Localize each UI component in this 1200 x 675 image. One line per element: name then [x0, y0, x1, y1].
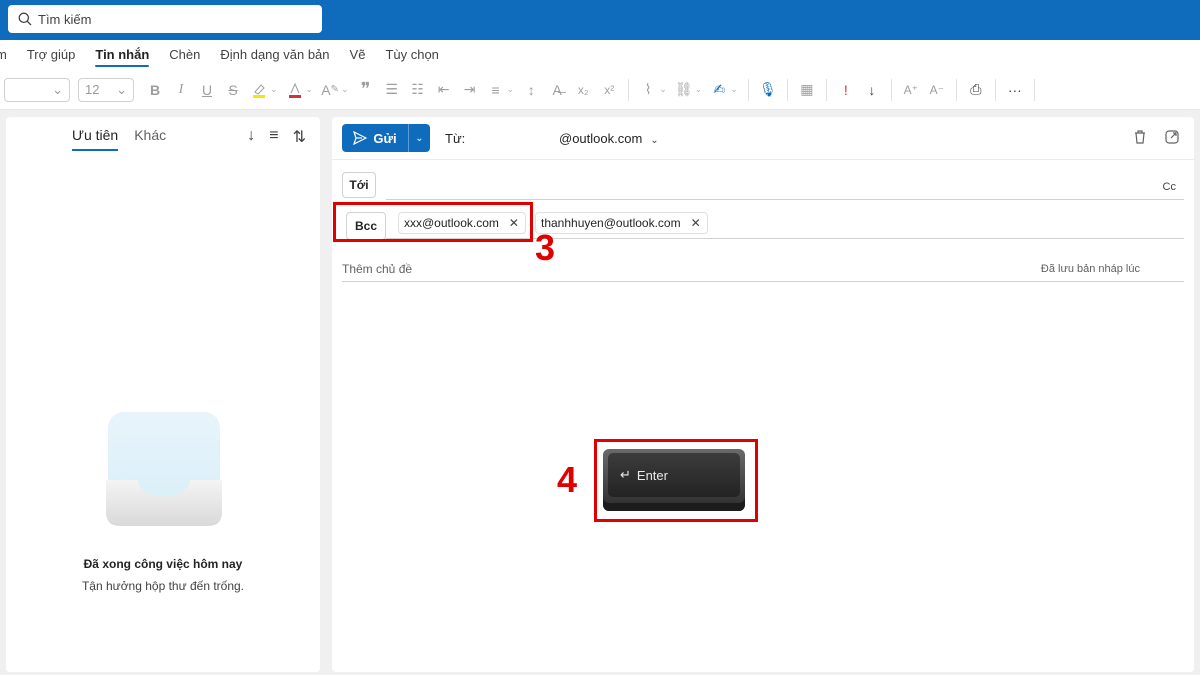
clear-format-icon[interactable]: A̶: [546, 78, 568, 102]
chevron-down-icon[interactable]: ⌄: [270, 84, 278, 95]
divider: [342, 281, 1184, 282]
italic-button[interactable]: I: [170, 78, 192, 102]
divider: [628, 78, 630, 101]
chevron-down-icon[interactable]: ⌄: [341, 84, 349, 95]
divider: [890, 78, 892, 101]
enter-key-illustration: ↵ Enter: [603, 449, 745, 511]
empty-inbox-illustration: [106, 412, 222, 526]
numbering-icon[interactable]: ☷: [407, 78, 429, 102]
divider: [955, 78, 957, 101]
from-selector[interactable]: @outlook.com ⌄: [559, 131, 659, 146]
to-field[interactable]: [386, 199, 1184, 200]
formatting-toolbar: ⌄ 12 ⌄ B I U S ⌄ ⌄ A ✎ ⌄ ❞ ☰ ☷ ⇤ ⇥ ≡ ⌄ ↕ A̶ …: [0, 70, 1200, 110]
inbox-tabs: Ưu tiên Khác: [72, 127, 182, 151]
tab-insert[interactable]: Chèn: [159, 40, 210, 70]
low-importance-icon[interactable]: ↓: [861, 78, 883, 102]
superscript-icon[interactable]: x²: [598, 78, 620, 102]
enter-key-face: ↵ Enter: [608, 453, 740, 497]
enter-arrow-icon: ↵: [620, 467, 631, 482]
strikethrough-button[interactable]: S: [222, 78, 244, 102]
chevron-down-icon[interactable]: ⌄: [730, 84, 738, 95]
line-spacing-icon[interactable]: ↕: [520, 78, 542, 102]
recipient-chip[interactable]: thanhhuyen@outlook.com ✕: [535, 212, 708, 234]
underline-button[interactable]: U: [196, 78, 218, 102]
tab-partial[interactable]: m: [0, 40, 17, 70]
highlight-icon[interactable]: [248, 78, 270, 102]
divider: [332, 159, 1194, 160]
decrease-indent-icon[interactable]: ⇤: [433, 78, 455, 102]
search-box[interactable]: Tìm kiếm: [8, 5, 322, 33]
send-button[interactable]: Gửi: [342, 124, 408, 152]
sort-icon[interactable]: ⇅: [293, 127, 306, 147]
divider: [747, 78, 749, 101]
list-actions: ↓ ≡ ⇅: [247, 127, 306, 147]
divider: [1033, 78, 1035, 101]
empty-state-title: Đã xong công việc hôm nay: [83, 557, 243, 571]
chevron-down-icon[interactable]: ⌄: [695, 84, 703, 95]
from-label: Từ:: [445, 131, 466, 146]
tab-draw[interactable]: Vẽ: [340, 40, 376, 70]
signature-icon[interactable]: ✍: [708, 78, 730, 102]
filter-icon[interactable]: ≡: [269, 127, 278, 147]
grow-font-icon[interactable]: A⁺: [900, 78, 922, 102]
chevron-down-icon: ⌄: [116, 81, 127, 97]
bullets-icon[interactable]: ☰: [381, 78, 403, 102]
compose-panel: Gửi ⌄ Từ: @outlook.com ⌄ Tới Cc Bcc xxx@o…: [332, 117, 1194, 672]
subject-input[interactable]: Thêm chủ đề: [342, 262, 412, 276]
send-options-dropdown[interactable]: ⌄: [408, 124, 430, 152]
divider: [786, 78, 788, 101]
search-icon: [18, 12, 32, 26]
chevron-down-icon: ⌄: [415, 132, 424, 144]
quote-icon[interactable]: ❞: [355, 78, 377, 102]
dictate-icon[interactable]: 🎙: [757, 78, 779, 102]
tab-options[interactable]: Tùy chọn: [375, 40, 448, 70]
annotation-box-step-3: [333, 202, 533, 242]
chevron-down-icon: ⌄: [650, 135, 659, 146]
cc-link[interactable]: Cc: [1163, 181, 1176, 193]
to-button[interactable]: Tới: [342, 172, 376, 198]
send-split-button: Gửi ⌄: [342, 124, 430, 152]
subscript-icon[interactable]: x₂: [572, 78, 594, 102]
jump-to-icon[interactable]: ↓: [247, 127, 255, 147]
bold-button[interactable]: B: [144, 78, 166, 102]
font-color-icon[interactable]: [284, 78, 306, 102]
chevron-down-icon[interactable]: ⌄: [659, 84, 667, 95]
tab-focused[interactable]: Ưu tiên: [72, 127, 119, 151]
annotation-step-3: 3: [535, 227, 556, 268]
annotation-step-4: 4: [557, 459, 578, 500]
chevron-down-icon: ⌄: [52, 81, 63, 97]
font-size-select[interactable]: 12 ⌄: [78, 77, 134, 102]
shrink-font-icon[interactable]: A⁻: [926, 78, 948, 102]
message-list-panel: Ưu tiên Khác ↓ ≡ ⇅ Đã xong công việc hôm…: [6, 117, 320, 672]
compose-actions: [1132, 129, 1180, 145]
divider: [825, 78, 827, 101]
tab-other[interactable]: Khác: [134, 127, 166, 151]
high-importance-icon[interactable]: !: [835, 78, 857, 102]
discard-icon[interactable]: [1132, 129, 1148, 145]
font-family-select[interactable]: ⌄: [4, 77, 70, 102]
draft-status: Đã lưu bản nháp lúc: [1040, 263, 1140, 275]
more-options-icon[interactable]: ···: [1004, 78, 1026, 102]
chevron-down-icon[interactable]: ⌄: [306, 84, 314, 95]
ribbon-tabs: m Trợ giúp Tin nhắn Chèn Định dạng văn b…: [0, 40, 1200, 70]
search-placeholder: Tìm kiếm: [38, 11, 92, 27]
attach-icon[interactable]: ⌇: [637, 78, 659, 102]
chevron-down-icon[interactable]: ⌄: [507, 84, 515, 95]
tab-message[interactable]: Tin nhắn: [85, 40, 159, 70]
top-bar: Tìm kiếm: [0, 0, 1200, 40]
apps-icon[interactable]: ▦: [796, 78, 818, 102]
styles-icon[interactable]: A ✎: [319, 78, 341, 102]
empty-state-subtitle: Tận hưởng hộp thư đến trống.: [81, 579, 245, 593]
close-icon[interactable]: ✕: [691, 216, 701, 230]
tab-help[interactable]: Trợ giúp: [17, 40, 86, 70]
divider: [994, 78, 996, 101]
increase-indent-icon[interactable]: ⇥: [459, 78, 481, 102]
align-icon[interactable]: ≡: [485, 78, 507, 102]
link-icon[interactable]: ⛓: [673, 78, 695, 102]
tab-format-text[interactable]: Định dạng văn bản: [210, 40, 339, 70]
pop-out-icon[interactable]: [1164, 129, 1180, 145]
print-icon[interactable]: ⎙: [965, 78, 987, 102]
send-icon: [353, 131, 368, 145]
